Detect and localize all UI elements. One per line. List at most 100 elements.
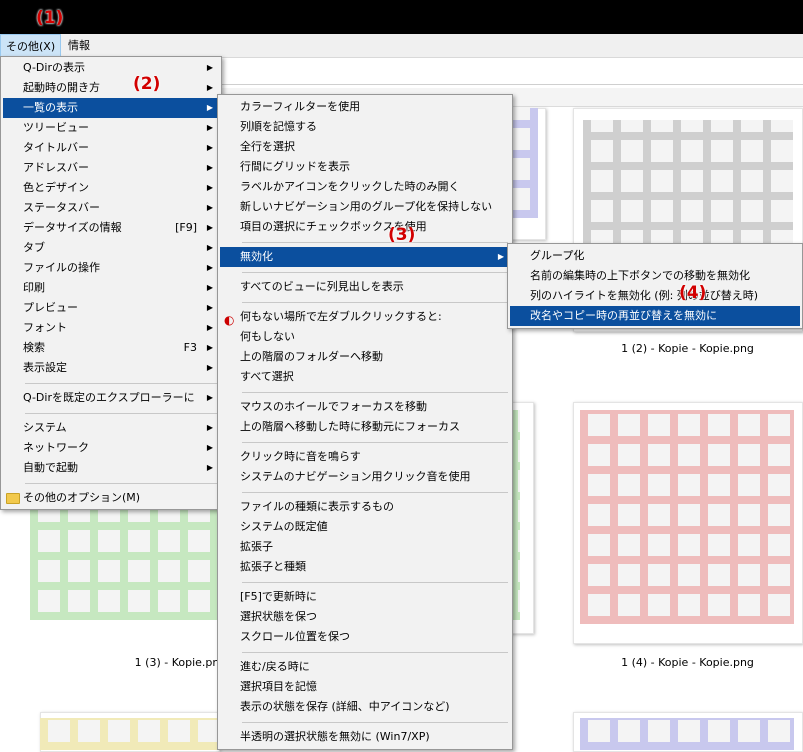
menu-item[interactable]: 起動時の開き方 ▶ <box>3 78 219 98</box>
menu-item[interactable]: 拡張子と種類 <box>220 557 510 577</box>
thumbnail-image <box>580 410 794 624</box>
menu-item-label: 印刷 <box>23 281 45 294</box>
menu-sonota[interactable]: その他(X) <box>0 34 62 57</box>
menu-separator <box>242 302 508 303</box>
menu-separator <box>242 492 508 493</box>
menu-item[interactable]: ファイルの操作 ▶ <box>3 258 219 278</box>
menu-separator <box>242 272 508 273</box>
menu-separator <box>242 442 508 443</box>
menu-item[interactable]: 印刷 ▶ <box>3 278 219 298</box>
submenu-arrow-icon: ▶ <box>206 163 213 172</box>
menu-item[interactable]: タイトルバー ▶ <box>3 138 219 158</box>
menu-item-label: 行間にグリッドを表示 <box>240 160 350 173</box>
menu-separator <box>242 242 508 243</box>
menu-item[interactable]: スクロール位置を保つ <box>220 627 510 647</box>
menu-item[interactable]: [F5]で更新時に <box>220 587 510 607</box>
menu-item[interactable]: フォント ▶ <box>3 318 219 338</box>
address-bar[interactable] <box>222 58 803 85</box>
menu-item-label: 拡張子と種類 <box>240 560 306 573</box>
menu-item[interactable]: タブ ▶ <box>3 238 219 258</box>
menu-item[interactable]: 色とデザイン ▶ <box>3 178 219 198</box>
menu-item-label: 進む/戻る時に <box>240 660 310 673</box>
submenu-arrow-icon: ▶ <box>206 423 213 432</box>
menu-item[interactable]: 新しいナビゲーション用のグループ化を保持しない <box>220 197 510 217</box>
menu-item[interactable]: システムのナビゲーション用クリック音を使用 <box>220 467 510 487</box>
menu-item[interactable]: システム ▶ <box>3 418 219 438</box>
menu-item-label: ツリービュー <box>23 121 89 134</box>
menu-item-label: [F5]で更新時に <box>240 590 317 603</box>
menu-item[interactable]: 選択項目を記憶 <box>220 677 510 697</box>
menu-bar: その他(X) 情報 <box>0 34 803 58</box>
menu-item[interactable]: 一覧の表示 ▶ <box>3 98 219 118</box>
menu-item[interactable]: 表示設定 ▶ <box>3 358 219 378</box>
menu-item[interactable]: Q-Dirを既定のエクスプローラーに ▶ <box>3 388 219 408</box>
menu-item[interactable]: 上の階層のフォルダーへ移動 <box>220 347 510 367</box>
menu-item[interactable]: カラーフィルターを使用 <box>220 97 510 117</box>
menu-item[interactable]: ◐ 何もない場所で左ダブルクリックすると: <box>220 307 510 327</box>
menu-item[interactable]: Q-Dirの表示 ▶ <box>3 58 219 78</box>
menu-item[interactable]: グループ化 <box>510 246 800 266</box>
submenu-arrow-icon: ▶ <box>206 363 213 372</box>
menu-item-label: システムの既定値 <box>240 520 328 533</box>
menu-item[interactable]: システムの既定値 <box>220 517 510 537</box>
menu-item[interactable]: 全行を選択 <box>220 137 510 157</box>
menu-item[interactable]: 半透明の選択状態を無効に (Win7/XP) <box>220 727 510 747</box>
menu-item-label: グループ化 <box>530 249 585 262</box>
list-view-submenu: カラーフィルターを使用 列順を記憶する 全行を選択行間にグリッドを表示ラベルかアイコ… <box>217 94 513 750</box>
menu-item[interactable]: マウスのホイールでフォーカスを移動 <box>220 397 510 417</box>
menu-separator <box>25 483 217 484</box>
menu-item[interactable]: データサイズの情報 [F9] ▶ <box>3 218 219 238</box>
thumbnail-label[interactable]: 1 (4) - Kopie - Kopie.png <box>600 656 775 669</box>
menu-item[interactable]: 何もしない <box>220 327 510 347</box>
submenu-arrow-icon: ▶ <box>206 303 213 312</box>
annotation-2: (2) <box>133 74 161 94</box>
menu-item-label: 自動で起動 <box>23 461 78 474</box>
menu-item-label: 検索 <box>23 341 45 354</box>
menu-item[interactable]: 改名やコピー時の再並び替えを無効に <box>510 306 800 326</box>
menu-item-label: プレビュー <box>23 301 78 314</box>
menu-item[interactable]: 自動で起動 ▶ <box>3 458 219 478</box>
menu-item[interactable]: その他のオプション(M) <box>3 488 219 508</box>
menu-item[interactable]: 名前の編集時の上下ボタンでの移動を無効化 <box>510 266 800 286</box>
menu-item[interactable]: 列順を記憶する <box>220 117 510 137</box>
submenu-arrow-icon: ▶ <box>206 283 213 292</box>
submenu-arrow-icon: ▶ <box>206 463 213 472</box>
menu-item-label: フォント <box>23 321 67 334</box>
menu-item[interactable]: クリック時に音を鳴らす <box>220 447 510 467</box>
menu-item-label: 選択状態を保つ <box>240 610 317 623</box>
menu-item[interactable]: ファイルの種類に表示するもの <box>220 497 510 517</box>
menu-item[interactable]: ステータスバー ▶ <box>3 198 219 218</box>
menu-item[interactable]: 表示の状態を保存 (詳細、中アイコンなど) <box>220 697 510 717</box>
menu-item[interactable]: 行間にグリッドを表示 <box>220 157 510 177</box>
menu-item[interactable]: 無効化 ▶ <box>220 247 510 267</box>
menu-item[interactable]: すべて選択 <box>220 367 510 387</box>
menu-item-label: 何もしない <box>240 330 295 343</box>
menu-item[interactable]: 列のハイライトを無効化 (例: 列の並び替え時) <box>510 286 800 306</box>
menu-separator <box>242 722 508 723</box>
thumbnail-label[interactable]: 1 (2) - Kopie - Kopie.png <box>600 342 775 355</box>
menu-item[interactable]: 進む/戻る時に <box>220 657 510 677</box>
menu-item-label: システム <box>23 421 67 434</box>
sonota-menu: Q-Dirの表示 ▶ 起動時の開き方 ▶ 一覧の表示 ▶ ツリービュー ▶ タイトルバー ▶ アドレ… <box>0 56 222 510</box>
menu-item-label: その他のオプション(M) <box>23 491 141 504</box>
menu-item[interactable]: ネットワーク ▶ <box>3 438 219 458</box>
menu-item-label: すべて選択 <box>240 370 294 383</box>
menu-item[interactable]: 選択状態を保つ <box>220 607 510 627</box>
menu-item[interactable]: ツリービュー ▶ <box>3 118 219 138</box>
menu-item[interactable]: 上の階層へ移動した時に移動元にフォーカス <box>220 417 510 437</box>
menu-item-label: 新しいナビゲーション用のグループ化を保持しない <box>240 200 493 213</box>
menu-item[interactable]: アドレスバー ▶ <box>3 158 219 178</box>
menu-item[interactable]: ラベルかアイコンをクリックした時のみ開く <box>220 177 510 197</box>
menu-item[interactable]: プレビュー ▶ <box>3 298 219 318</box>
menu-separator <box>25 383 217 384</box>
menu-item[interactable]: すべてのビューに列見出しを表示 <box>220 277 510 297</box>
menu-item-label: クリック時に音を鳴らす <box>240 450 361 463</box>
menu-item[interactable]: 項目の選択にチェックボックスを使用 <box>220 217 510 237</box>
menu-item[interactable]: 拡張子 <box>220 537 510 557</box>
menu-item-label: すべてのビューに列見出しを表示 <box>240 280 404 293</box>
submenu-arrow-icon: ▶ <box>206 243 213 252</box>
menu-item-label: タイトルバー <box>23 141 89 154</box>
menu-item[interactable]: 検索 F3 ▶ <box>3 338 219 358</box>
menu-separator <box>242 392 508 393</box>
menu-info[interactable]: 情報 <box>63 34 95 57</box>
